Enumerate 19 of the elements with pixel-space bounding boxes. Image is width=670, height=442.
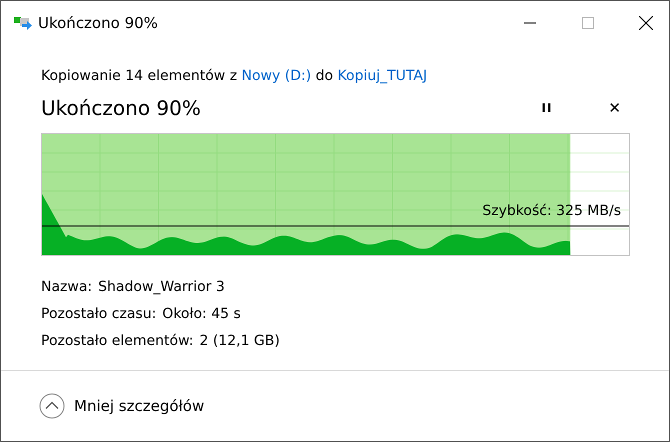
detail-label: Pozostało elementów: [41,332,194,351]
detail-value: Shadow_Warrior 3 [98,278,225,297]
window-title: Ukończono 90% [38,14,158,32]
cancel-button[interactable]: ✕ [600,97,629,119]
pause-button[interactable]: II [533,99,560,117]
chevron-up-icon [39,393,65,419]
close-icon [639,16,653,30]
maximize-icon [582,17,594,29]
details-toggle[interactable]: Mniej szczegółów [39,393,204,419]
detail-label: Pozostało czasu: [41,305,156,324]
copy-icon [14,16,32,30]
folder-link[interactable]: Kopiuj_TUTAJ [338,68,428,84]
progress-heading: Ukończono 90% [41,96,202,120]
detail-value: Około: 45 s [162,305,241,324]
detail-label: Nazwa: [41,278,92,297]
folder-link[interactable]: Nowy (D:) [242,68,312,84]
detail-value: 2 (12,1 GB) [199,332,280,351]
copy-summary: Kopiowanie 14 elementów z Nowy (D:) do Kopiuj_TUTAJ [41,67,428,86]
speed-label: Szybkość: 325 MB/s [482,202,621,220]
